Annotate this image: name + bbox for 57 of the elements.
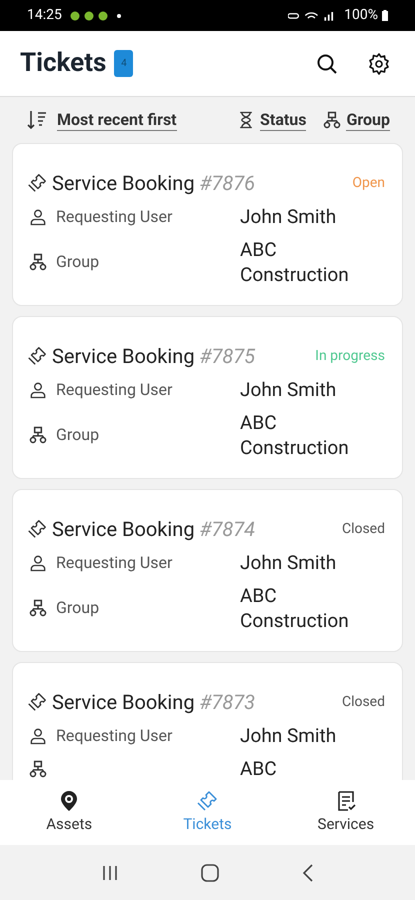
filter-dropdown[interactable]: Group <box>346 110 390 130</box>
ticket-icon <box>26 345 48 367</box>
recent-apps-icon[interactable] <box>100 864 119 882</box>
ticket-icon <box>195 789 220 814</box>
nav-tab[interactable]: Assets <box>19 789 120 836</box>
battery-percentage: 100% <box>344 6 378 25</box>
hierarchy-icon <box>28 598 48 618</box>
ticket-status: Open <box>352 174 385 192</box>
field-label: Requesting User <box>56 724 172 746</box>
field-value: John Smith <box>240 550 338 575</box>
ticket-count-badge: 4 <box>114 50 134 77</box>
field-value: John Smith <box>240 377 338 402</box>
field-label: Group <box>56 251 100 273</box>
ticket-title: Service Booking #7874 <box>52 516 256 543</box>
field-value: ABC <box>240 756 278 780</box>
field-value: John Smith <box>240 204 338 229</box>
clock: 14:25 <box>27 6 62 25</box>
ticket-icon <box>26 518 48 540</box>
field-label: Group <box>56 597 100 619</box>
field-value: John Smith <box>240 723 338 748</box>
battery-icon <box>382 10 388 21</box>
field-value: ABC Construction <box>240 583 350 633</box>
user-icon <box>28 380 48 400</box>
sort-icon <box>25 108 49 132</box>
ticket-status: In progress <box>315 346 385 366</box>
hierarchy-icon <box>28 425 48 445</box>
ticket-title: Service Booking #7873 <box>52 689 256 716</box>
ticket-title: Service Booking #7876 <box>52 170 256 197</box>
field-label: Requesting User <box>56 206 172 228</box>
ticket-icon <box>26 691 48 713</box>
hierarchy-icon <box>28 758 48 778</box>
field-label: Requesting User <box>56 378 172 400</box>
nav-tab[interactable]: Services <box>296 789 396 836</box>
ticket-card[interactable]: Service Booking #7875 In progress Requesting User John Smith Group ABC Construction <box>12 316 403 479</box>
ticket-title: Service Booking #7875 <box>52 343 256 370</box>
user-icon <box>28 726 48 746</box>
field-label: Requesting User <box>56 552 172 574</box>
search-icon <box>315 52 339 76</box>
page-title: Tickets <box>20 47 106 80</box>
ticket-card[interactable]: Service Booking #7876 Open Requesting User John Smith Group ABC Construction <box>12 143 403 306</box>
filter-dropdown[interactable]: Status <box>260 110 306 130</box>
ticket-card[interactable]: Service Booking #7873 Closed Requesting User John Smith ABC <box>12 662 403 780</box>
home-icon[interactable] <box>200 862 220 882</box>
sort-dropdown[interactable]: Most recent first <box>57 110 177 130</box>
ticket-status: Closed <box>342 520 385 538</box>
hierarchy-icon <box>322 110 342 130</box>
back-icon[interactable] <box>302 862 314 882</box>
ticket-card[interactable]: Service Booking #7874 Closed Requesting User John Smith Group ABC Construction <box>12 489 403 652</box>
gear-icon <box>367 52 391 76</box>
ticket-status: Closed <box>342 692 385 712</box>
hierarchy-icon <box>28 252 48 272</box>
ticket-icon <box>26 172 48 194</box>
user-icon <box>28 206 48 226</box>
field-value: ABC Construction <box>240 410 350 460</box>
user-icon <box>28 552 48 572</box>
field-label: Group <box>56 424 100 446</box>
field-value: ABC Construction <box>240 237 350 287</box>
